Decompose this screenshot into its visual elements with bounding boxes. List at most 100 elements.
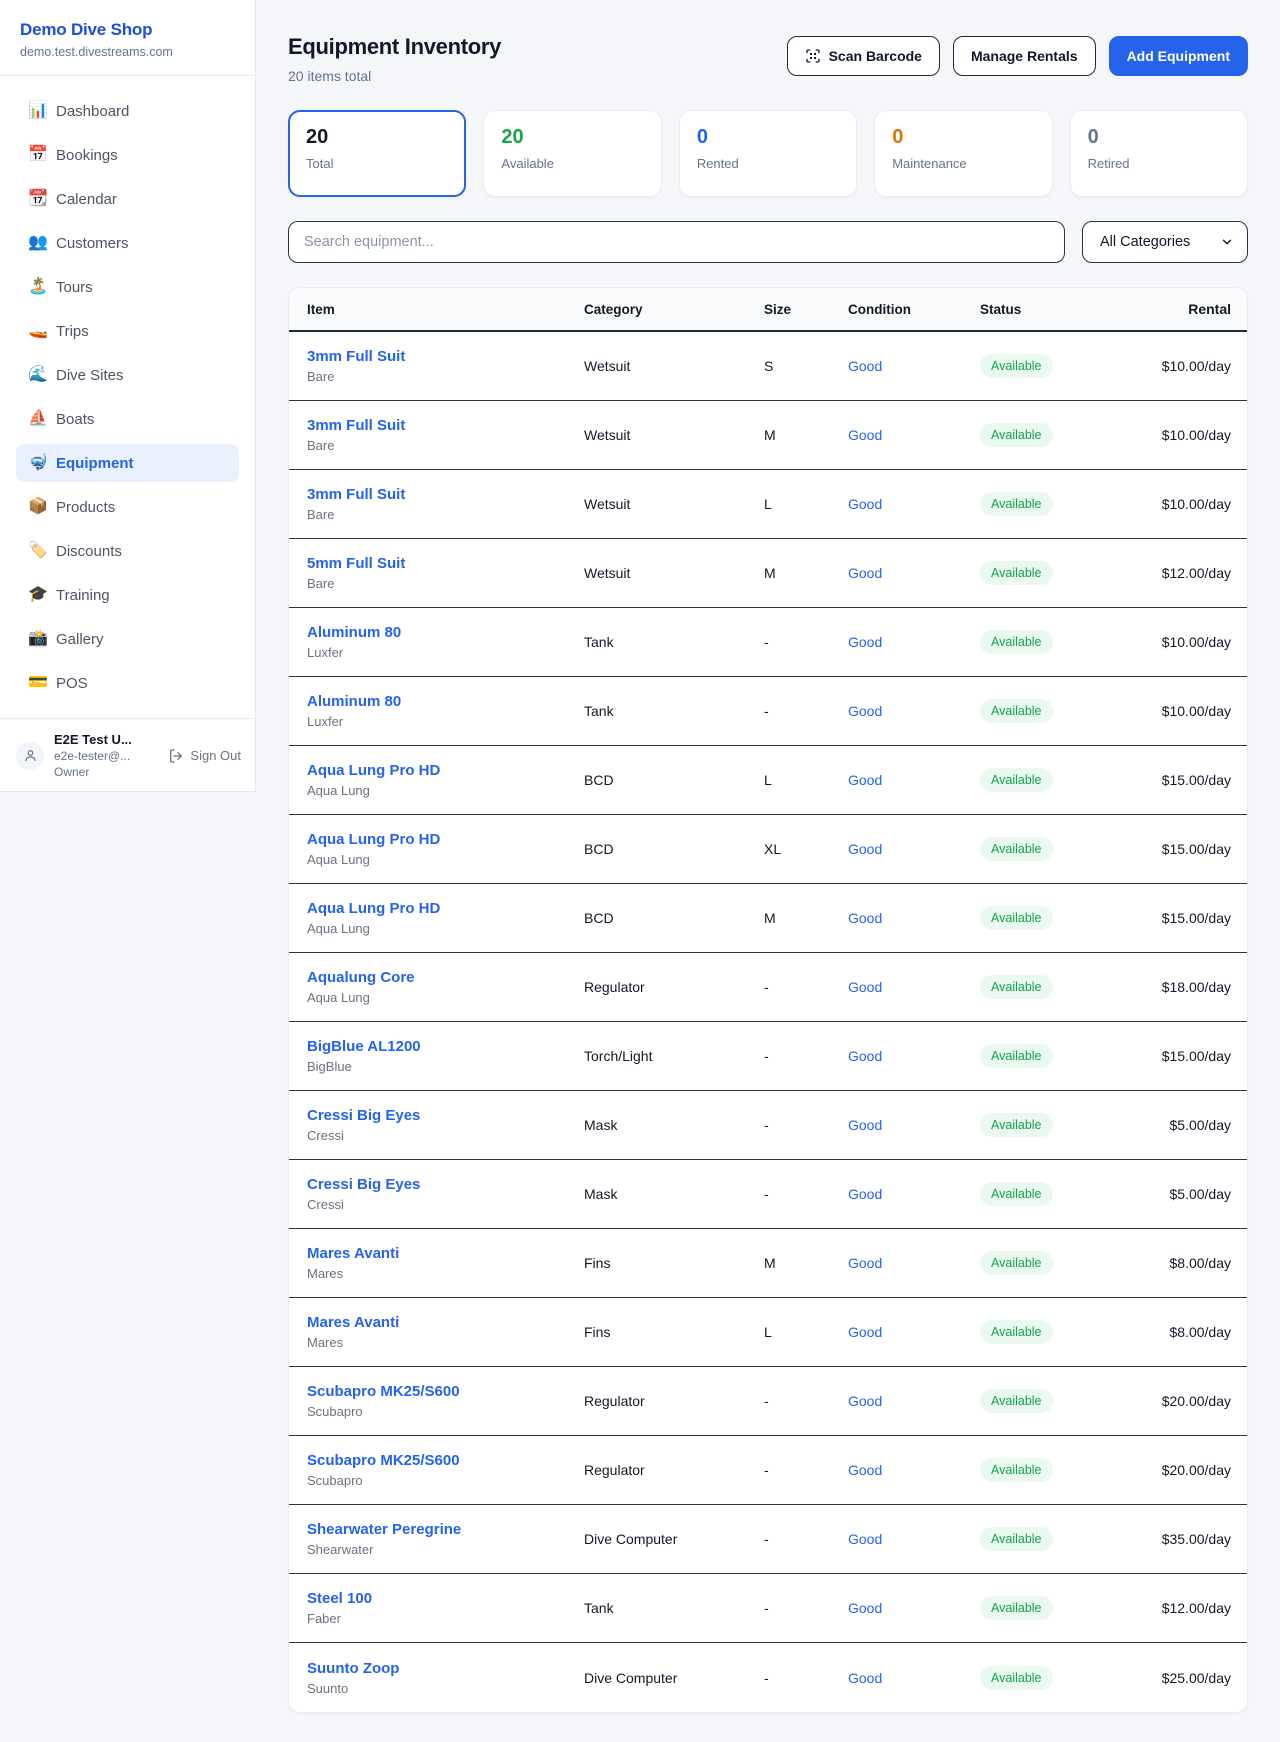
condition-link[interactable]: Good [848, 910, 980, 926]
user-meta: E2E Test U... e2e-tester@... Owner [54, 732, 168, 779]
stat-card-total[interactable]: 20 Total [288, 110, 466, 197]
sidebar-item-label: Bookings [56, 147, 118, 164]
sidebar-item-products[interactable]: 📦 Products [16, 488, 239, 526]
condition-link[interactable]: Good [848, 979, 980, 995]
condition-link[interactable]: Good [848, 565, 980, 581]
table-row: Mares Avanti Mares Fins L Good Available… [289, 1298, 1247, 1367]
table-row: Scubapro MK25/S600 Scubapro Regulator - … [289, 1436, 1247, 1505]
item-name-link[interactable]: Aqua Lung Pro HD [307, 831, 584, 848]
scan-barcode-button[interactable]: Scan Barcode [787, 36, 940, 76]
rental-cell: $15.00/day [1126, 1048, 1231, 1064]
table-header-row: Item Category Size Condition Status Rent… [289, 288, 1247, 332]
manage-rentals-button[interactable]: Manage Rentals [953, 36, 1096, 76]
table-row: 5mm Full Suit Bare Wetsuit M Good Availa… [289, 539, 1247, 608]
item-name-link[interactable]: Aluminum 80 [307, 624, 584, 641]
item-name-link[interactable]: Aqualung Core [307, 969, 584, 986]
status-badge: Available [980, 630, 1053, 654]
status-cell: Available [980, 1320, 1126, 1344]
item-brand: Bare [307, 576, 584, 591]
table-row: Cressi Big Eyes Cressi Mask - Good Avail… [289, 1091, 1247, 1160]
size-cell: M [764, 910, 848, 926]
condition-link[interactable]: Good [848, 358, 980, 374]
status-badge: Available [980, 1596, 1053, 1620]
condition-link[interactable]: Good [848, 703, 980, 719]
item-name-link[interactable]: Steel 100 [307, 1590, 584, 1607]
stat-card-retired[interactable]: 0 Retired [1070, 110, 1248, 197]
search-input[interactable] [288, 221, 1065, 263]
item-name-link[interactable]: BigBlue AL1200 [307, 1038, 584, 1055]
sidebar-item-tours[interactable]: 🏝️ Tours [16, 268, 239, 306]
condition-link[interactable]: Good [848, 496, 980, 512]
item-name-link[interactable]: Cressi Big Eyes [307, 1107, 584, 1124]
stat-card-rented[interactable]: 0 Rented [679, 110, 857, 197]
sign-out-button[interactable]: Sign Out [168, 748, 241, 764]
condition-link[interactable]: Good [848, 1324, 980, 1340]
sidebar-item-discounts[interactable]: 🏷️ Discounts [16, 532, 239, 570]
item-cell: Suunto Zoop Suunto [307, 1660, 584, 1696]
item-name-link[interactable]: Aqua Lung Pro HD [307, 762, 584, 779]
item-name-link[interactable]: Scubapro MK25/S600 [307, 1383, 584, 1400]
sidebar-item-calendar[interactable]: 📆 Calendar [16, 180, 239, 218]
condition-link[interactable]: Good [848, 841, 980, 857]
condition-link[interactable]: Good [848, 1186, 980, 1202]
brand-name[interactable]: Demo Dive Shop [20, 20, 235, 40]
condition-link[interactable]: Good [848, 1117, 980, 1133]
user-role: Owner [54, 765, 168, 779]
header-actions: Scan Barcode Manage Rentals Add Equipmen… [787, 36, 1248, 76]
condition-link[interactable]: Good [848, 772, 980, 788]
sidebar-item-boats[interactable]: ⛵ Boats [16, 400, 239, 438]
category-cell: Mask [584, 1186, 764, 1202]
item-name-link[interactable]: Suunto Zoop [307, 1660, 584, 1677]
category-cell: Torch/Light [584, 1048, 764, 1064]
sidebar-item-label: Dive Sites [56, 367, 124, 384]
item-name-link[interactable]: Aqua Lung Pro HD [307, 900, 584, 917]
sidebar-item-trips[interactable]: 🚤 Trips [16, 312, 239, 350]
condition-link[interactable]: Good [848, 1531, 980, 1547]
size-cell: - [764, 1531, 848, 1547]
condition-link[interactable]: Good [848, 1462, 980, 1478]
condition-link[interactable]: Good [848, 427, 980, 443]
sidebar-item-bookings[interactable]: 📅 Bookings [16, 136, 239, 174]
item-name-link[interactable]: Mares Avanti [307, 1245, 584, 1262]
sidebar-item-gallery[interactable]: 📸 Gallery [16, 620, 239, 658]
item-name-link[interactable]: Cressi Big Eyes [307, 1176, 584, 1193]
item-brand: Bare [307, 369, 584, 384]
condition-link[interactable]: Good [848, 1048, 980, 1064]
item-name-link[interactable]: Mares Avanti [307, 1314, 584, 1331]
scan-barcode-label: Scan Barcode [829, 48, 922, 64]
category-select[interactable]: All Categories [1082, 221, 1248, 263]
item-name-link[interactable]: 3mm Full Suit [307, 417, 584, 434]
nav-icon: 💳 [28, 675, 56, 691]
item-name-link[interactable]: Scubapro MK25/S600 [307, 1452, 584, 1469]
stat-value: 20 [501, 126, 643, 149]
item-name-link[interactable]: 3mm Full Suit [307, 486, 584, 503]
add-equipment-button[interactable]: Add Equipment [1109, 36, 1248, 76]
stat-card-maintenance[interactable]: 0 Maintenance [874, 110, 1052, 197]
item-name-link[interactable]: 3mm Full Suit [307, 348, 584, 365]
condition-link[interactable]: Good [848, 1393, 980, 1409]
condition-link[interactable]: Good [848, 1255, 980, 1271]
stat-label: Available [501, 156, 643, 171]
sidebar-nav: 📊 Dashboard 📅 Bookings 📆 Calendar 👥 Cust… [0, 76, 255, 718]
sidebar-item-dashboard[interactable]: 📊 Dashboard [16, 92, 239, 130]
sidebar-item-training[interactable]: 🎓 Training [16, 576, 239, 614]
condition-link[interactable]: Good [848, 1670, 980, 1686]
item-brand: Bare [307, 438, 584, 453]
sidebar-item-pos[interactable]: 💳 POS [16, 664, 239, 702]
status-cell: Available [980, 1527, 1126, 1551]
stat-card-available[interactable]: 20 Available [483, 110, 661, 197]
condition-link[interactable]: Good [848, 1600, 980, 1616]
condition-link[interactable]: Good [848, 634, 980, 650]
sign-out-label: Sign Out [190, 748, 241, 763]
item-name-link[interactable]: 5mm Full Suit [307, 555, 584, 572]
table-row: Mares Avanti Mares Fins M Good Available… [289, 1229, 1247, 1298]
rental-cell: $8.00/day [1126, 1255, 1231, 1271]
sidebar-item-dive-sites[interactable]: 🌊 Dive Sites [16, 356, 239, 394]
item-name-link[interactable]: Aluminum 80 [307, 693, 584, 710]
sidebar-item-label: Calendar [56, 191, 117, 208]
item-name-link[interactable]: Shearwater Peregrine [307, 1521, 584, 1538]
status-badge: Available [980, 354, 1053, 378]
sidebar-item-customers[interactable]: 👥 Customers [16, 224, 239, 262]
status-badge: Available [980, 1389, 1053, 1413]
sidebar-item-equipment[interactable]: 🤿 Equipment [16, 444, 239, 482]
